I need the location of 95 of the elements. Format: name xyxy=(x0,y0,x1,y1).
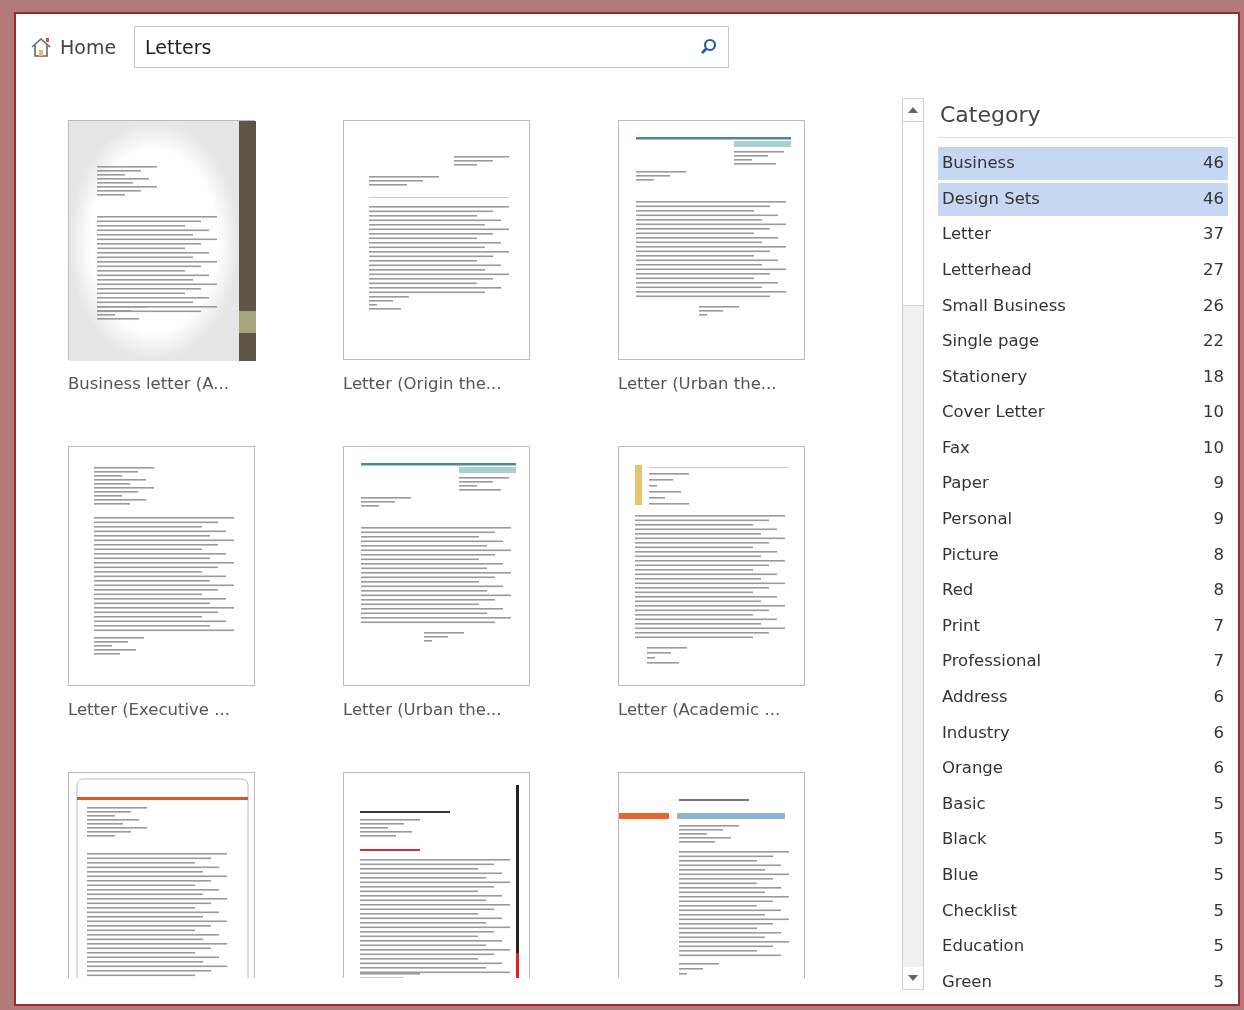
category-name: Red xyxy=(942,579,974,602)
triangle-up-icon xyxy=(908,107,918,113)
category-name: Cover Letter xyxy=(942,401,1045,424)
category-count: 27 xyxy=(1203,258,1224,281)
category-name: Checklist xyxy=(942,899,1017,922)
category-item[interactable]: Red 8 xyxy=(938,574,1228,608)
template-thumbnail[interactable] xyxy=(618,120,805,360)
category-name: Design Sets xyxy=(942,187,1040,210)
category-name: Green xyxy=(942,970,992,993)
category-item[interactable]: Black 5 xyxy=(938,823,1228,857)
template-name[interactable]: Letter (Origin the... xyxy=(343,372,618,397)
category-count: 9 xyxy=(1213,472,1224,495)
category-count: 18 xyxy=(1203,365,1224,388)
category-name: Black xyxy=(942,828,987,851)
category-name: Basic xyxy=(942,792,986,815)
category-item[interactable]: Picture 8 xyxy=(938,538,1228,572)
category-count: 10 xyxy=(1203,401,1224,424)
category-item[interactable]: Address 6 xyxy=(938,680,1228,714)
category-item[interactable]: Checklist 5 xyxy=(938,894,1228,928)
category-item[interactable]: Green 5 xyxy=(938,965,1228,999)
category-item[interactable]: Single page 22 xyxy=(938,324,1228,358)
template-name[interactable]: Letter (Academic ... xyxy=(618,698,886,723)
category-item[interactable]: Personal 9 xyxy=(938,502,1228,536)
category-count: 6 xyxy=(1213,757,1224,780)
category-item[interactable]: Basic 5 xyxy=(938,787,1228,821)
category-count: 7 xyxy=(1213,614,1224,637)
template-thumbnail[interactable] xyxy=(343,772,530,978)
category-item[interactable]: Industry 6 xyxy=(938,716,1228,750)
category-name: Small Business xyxy=(942,294,1066,317)
template-thumbnail[interactable] xyxy=(343,120,530,360)
template-thumbnail[interactable] xyxy=(68,120,255,360)
category-name: Stationery xyxy=(942,365,1028,388)
template-thumbnail[interactable] xyxy=(68,446,255,686)
category-item[interactable]: Letterhead 27 xyxy=(938,253,1228,287)
category-count: 46 xyxy=(1203,187,1224,210)
home-button[interactable]: Home xyxy=(30,32,117,62)
category-name: Orange xyxy=(942,757,1003,780)
template-thumbnail[interactable] xyxy=(343,446,530,686)
category-item[interactable]: Paper 9 xyxy=(938,467,1228,501)
category-count: 9 xyxy=(1213,508,1224,531)
category-item[interactable]: Letter 37 xyxy=(938,218,1228,252)
category-item[interactable]: Print 7 xyxy=(938,609,1228,643)
category-count: 8 xyxy=(1213,579,1224,602)
category-name: Personal xyxy=(942,508,1013,531)
category-name: Letter xyxy=(942,223,991,246)
category-name: Picture xyxy=(942,543,999,566)
category-count: 22 xyxy=(1203,330,1224,353)
category-heading: Category xyxy=(938,98,1236,138)
category-name: Education xyxy=(942,935,1025,958)
category-count: 8 xyxy=(1213,543,1224,566)
search-icon[interactable] xyxy=(700,38,718,55)
house-icon xyxy=(30,36,52,58)
category-count: 7 xyxy=(1213,650,1224,673)
category-count: 5 xyxy=(1213,864,1224,886)
template-thumbnail[interactable] xyxy=(68,772,255,978)
category-count: 5 xyxy=(1213,792,1224,815)
category-item[interactable]: Business 46 xyxy=(938,147,1228,180)
category-name: Fax xyxy=(942,436,970,459)
category-name: Professional xyxy=(942,650,1042,673)
category-count: 5 xyxy=(1213,828,1224,851)
category-count: 6 xyxy=(1213,686,1224,709)
category-item[interactable]: Professional 7 xyxy=(938,645,1228,679)
category-count: 46 xyxy=(1203,152,1224,175)
category-name: Letterhead xyxy=(942,258,1032,281)
category-item[interactable]: Orange 6 xyxy=(938,752,1228,786)
category-item[interactable]: Stationery 18 xyxy=(938,360,1228,394)
category-name: Print xyxy=(942,614,980,637)
search-field[interactable]: Letters xyxy=(134,26,730,68)
category-name: Single page xyxy=(942,330,1040,353)
category-count: 26 xyxy=(1203,294,1224,317)
category-item[interactable]: Fax 10 xyxy=(938,431,1228,465)
category-name: Business xyxy=(942,152,1015,175)
category-item[interactable]: Small Business 26 xyxy=(938,289,1228,323)
category-count: 5 xyxy=(1213,899,1224,922)
scrollbar-thumb[interactable] xyxy=(903,121,923,306)
category-name: Industry xyxy=(942,721,1010,744)
category-count: 5 xyxy=(1213,970,1224,993)
category-name: Address xyxy=(942,686,1008,709)
template-name[interactable]: Letter (Urban the... xyxy=(343,698,618,723)
template-name[interactable]: Business letter (A... xyxy=(68,372,343,397)
category-item[interactable]: Blue 5 xyxy=(938,858,1228,892)
template-thumbnail[interactable] xyxy=(618,446,805,686)
template-thumbnail[interactable] xyxy=(618,772,805,978)
category-count: 37 xyxy=(1203,223,1224,246)
category-count: 5 xyxy=(1213,935,1224,958)
category-name: Paper xyxy=(942,472,989,495)
triangle-down-icon xyxy=(908,975,918,981)
category-count: 6 xyxy=(1213,721,1224,744)
template-name[interactable]: Letter (Urban the... xyxy=(618,372,886,397)
category-item[interactable]: Cover Letter 10 xyxy=(938,396,1228,430)
category-count: 10 xyxy=(1203,436,1224,459)
template-name[interactable]: Letter (Executive ... xyxy=(68,698,343,723)
category-name: Blue xyxy=(942,864,979,886)
category-item[interactable]: Design Sets 46 xyxy=(938,182,1228,216)
category-item[interactable]: Education 5 xyxy=(938,930,1228,964)
